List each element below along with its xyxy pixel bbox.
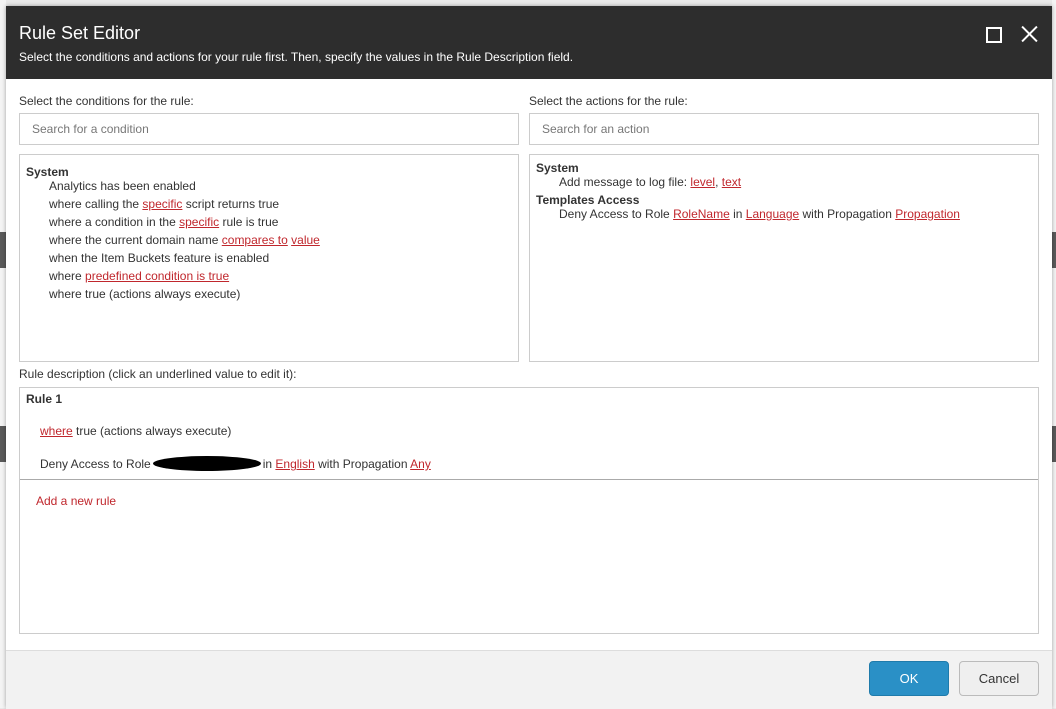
level-link[interactable]: level <box>690 175 715 189</box>
any-link[interactable]: Any <box>410 457 431 471</box>
condition-item[interactable]: where true (actions always execute) <box>49 287 240 301</box>
rolename-link[interactable]: RoleName <box>673 207 730 221</box>
action-item[interactable]: Add message to log file: level, text <box>559 175 741 189</box>
actions-label: Select the actions for the rule: <box>529 94 688 108</box>
condition-search-input[interactable] <box>19 113 519 145</box>
text-link[interactable]: text <box>722 175 741 189</box>
add-new-rule-link[interactable]: Add a new rule <box>36 494 116 508</box>
cancel-button[interactable]: Cancel <box>959 661 1039 696</box>
rule-title: Rule 1 <box>26 392 63 406</box>
rule-set-editor-dialog: Rule Set Editor Select the conditions an… <box>6 6 1052 709</box>
ok-button[interactable]: OK <box>869 661 949 696</box>
actions-group-templates-access: Templates Access <box>536 193 640 207</box>
conditions-group-system: System <box>26 165 69 179</box>
conditions-panel: System Analytics has been enabled where … <box>19 154 519 362</box>
language-link[interactable]: Language <box>746 207 799 221</box>
rule-description-panel: Rule 1 where true (actions always execut… <box>19 387 1039 634</box>
rule-description-label: Rule description (click an underlined va… <box>19 367 297 381</box>
maximize-button[interactable] <box>983 24 1005 46</box>
background-page-right <box>1052 0 1056 708</box>
condition-item[interactable]: where calling the specific script return… <box>49 197 279 211</box>
close-button[interactable] <box>1019 24 1041 46</box>
specific-link[interactable]: specific <box>179 215 219 229</box>
condition-item[interactable]: where predefined condition is true <box>49 269 229 283</box>
condition-item[interactable]: where the current domain name compares t… <box>49 233 320 247</box>
dialog-footer: OK Cancel <box>6 650 1052 709</box>
rule-separator <box>20 479 1038 480</box>
action-item[interactable]: Deny Access to Role RoleName in Language… <box>559 207 960 221</box>
specific-link[interactable]: specific <box>142 197 182 211</box>
compares-to-link[interactable]: compares to <box>222 233 288 247</box>
action-search-input[interactable] <box>529 113 1039 145</box>
dialog-title: Rule Set Editor <box>19 23 141 43</box>
background-bar <box>1052 232 1056 268</box>
propagation-link[interactable]: Propagation <box>895 207 960 221</box>
maximize-icon <box>986 27 1002 43</box>
background-bar <box>1052 426 1056 462</box>
english-link[interactable]: English <box>275 457 314 471</box>
rule-action-line: Deny Access to Role in English with Propa… <box>40 456 431 471</box>
dialog-titlebar: Rule Set Editor Select the conditions an… <box>6 6 1052 79</box>
rule-condition-line: where true (actions always execute) <box>40 424 232 438</box>
condition-item[interactable]: when the Item Buckets feature is enabled <box>49 251 269 265</box>
actions-panel: System Add message to log file: level, t… <box>529 154 1039 362</box>
predefined-condition-link[interactable]: predefined condition is true <box>85 269 229 283</box>
dialog-subtitle: Select the conditions and actions for yo… <box>19 50 574 64</box>
where-link[interactable]: where <box>40 424 73 438</box>
condition-item[interactable]: where a condition in the specific rule i… <box>49 215 278 229</box>
value-link[interactable]: value <box>291 233 320 247</box>
conditions-label: Select the conditions for the rule: <box>19 94 194 108</box>
redacted-role-name <box>152 456 261 471</box>
condition-item[interactable]: Analytics has been enabled <box>49 179 196 193</box>
actions-group-system: System <box>536 161 579 175</box>
